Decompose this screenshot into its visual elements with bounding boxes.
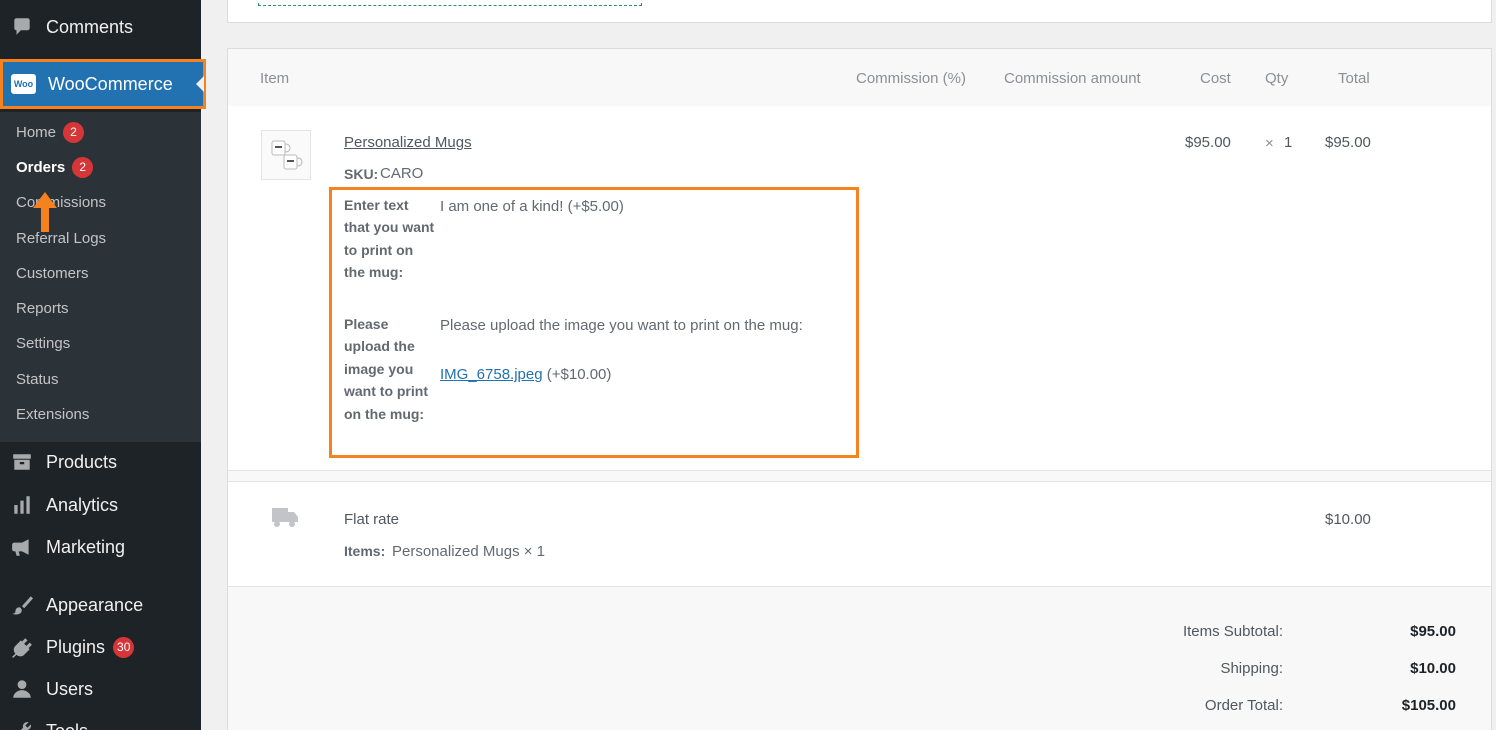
submenu-extensions[interactable]: Extensions — [16, 403, 89, 425]
plugin-icon — [11, 636, 33, 658]
column-header-cost: Cost — [1200, 70, 1231, 87]
order-total-value: $105.00 — [1401, 697, 1456, 714]
line-item-total: $95.00 — [1325, 134, 1371, 151]
menu-users-label: Users — [46, 678, 94, 699]
paintbrush-icon — [11, 594, 33, 616]
menu-marketing-label: Marketing — [46, 536, 126, 557]
wrench-icon — [11, 720, 33, 730]
bar-chart-icon — [11, 494, 33, 516]
meta-value-upload-prompt: Please upload the image you want to prin… — [440, 317, 803, 334]
order-total-label: Order Total: — [1204, 697, 1283, 714]
sku-value: CARO — [380, 165, 424, 182]
menu-plugins-label: Plugins — [46, 636, 106, 657]
menu-comments[interactable]: Comments — [0, 7, 201, 47]
mug-image-icon — [271, 140, 303, 170]
submenu-orders[interactable]: Orders 2 — [16, 156, 94, 178]
shipping-truck-icon — [272, 508, 298, 527]
menu-analytics-label: Analytics — [46, 494, 119, 515]
comment-icon — [11, 16, 33, 38]
sku-label: SKU: — [344, 166, 379, 182]
submenu-commissions[interactable]: Commissions — [16, 191, 106, 213]
up-arrow-annotation-icon — [33, 192, 57, 232]
drop-zone-outline — [258, 0, 642, 6]
submenu-customers[interactable]: Customers — [16, 262, 89, 284]
menu-woocommerce[interactable]: Woo WooCommerce — [0, 59, 206, 109]
column-header-qty: Qty — [1265, 70, 1289, 87]
plugins-update-badge: 30 — [113, 636, 135, 658]
line-item-qty: 1 — [1284, 134, 1293, 151]
column-header-commission-amount: Commission amount — [1004, 70, 1141, 87]
shipping-total: $10.00 — [1325, 511, 1371, 528]
meta-label-upload-image: Please upload the image you want to prin… — [344, 316, 428, 422]
column-header-commission-percent: Commission (%) — [856, 70, 967, 87]
product-thumbnail[interactable] — [261, 130, 311, 180]
home-count-badge: 2 — [63, 121, 85, 143]
orders-count-badge: 2 — [72, 156, 94, 178]
megaphone-icon — [11, 536, 33, 558]
menu-tools-label: Tools — [46, 721, 88, 730]
submenu-settings[interactable]: Settings — [16, 332, 70, 354]
meta-value-upload-file: IMG_6758.jpeg (+$10.00) — [440, 363, 611, 387]
meta-label-custom-text: Enter text that you want to print on the… — [344, 197, 435, 281]
menu-comments-label: Comments — [46, 16, 134, 37]
menu-analytics[interactable]: Analytics — [0, 485, 201, 525]
archive-icon — [11, 451, 33, 473]
menu-marketing[interactable]: Marketing — [0, 527, 201, 567]
submenu-orders-label: Orders — [16, 158, 66, 176]
column-header-total: Total — [1338, 70, 1370, 87]
submenu-reports[interactable]: Reports — [16, 297, 69, 319]
menu-products[interactable]: Products — [0, 442, 201, 482]
shipping-items-value: Personalized Mugs × 1 — [392, 543, 546, 560]
order-details-card — [227, 0, 1492, 23]
current-menu-pointer — [196, 76, 204, 92]
shipping-items-label: Items: — [344, 543, 386, 559]
uploaded-file-link[interactable]: IMG_6758.jpeg — [440, 366, 543, 383]
menu-woocommerce-label: WooCommerce — [48, 73, 173, 94]
shipping-total-label: Shipping: — [1220, 660, 1283, 677]
product-name-link[interactable]: Personalized Mugs — [344, 134, 472, 151]
menu-users[interactable]: Users — [0, 669, 201, 709]
uploaded-file-price: (+$10.00) — [546, 366, 612, 383]
menu-appearance-label: Appearance — [46, 594, 144, 615]
row-divider — [228, 481, 1491, 482]
menu-plugins[interactable]: Plugins 30 — [0, 627, 201, 667]
woocommerce-logo-icon: Woo — [11, 74, 36, 94]
shipping-total-value: $10.00 — [1410, 660, 1456, 677]
woocommerce-submenu: Home 2 Orders 2 Commissions Referral Log… — [0, 112, 201, 442]
line-item-cost: $95.00 — [1185, 134, 1231, 151]
submenu-status[interactable]: Status — [16, 368, 59, 390]
order-items-header: Item Commission (%) Commission amount Co… — [228, 49, 1491, 106]
order-items-panel: Item Commission (%) Commission amount Co… — [227, 48, 1492, 730]
user-icon — [11, 678, 33, 700]
menu-appearance[interactable]: Appearance — [0, 585, 201, 625]
row-spacer — [228, 471, 1491, 481]
admin-sidebar: Comments Woo WooCommerce Home 2 Orders 2… — [0, 0, 206, 730]
shipping-method-name: Flat rate — [344, 511, 400, 528]
menu-tools[interactable]: Tools — [0, 711, 201, 730]
items-subtotal-label: Items Subtotal: — [1182, 623, 1283, 640]
column-header-item: Item — [260, 70, 290, 87]
qty-multiplier: × — [1265, 135, 1274, 152]
meta-value-custom-text: I am one of a kind! (+$5.00) — [440, 198, 624, 215]
order-totals: Items Subtotal: $95.00 Shipping: $10.00 … — [228, 587, 1491, 730]
submenu-referral-logs[interactable]: Referral Logs — [16, 227, 106, 249]
submenu-home-label: Home — [16, 123, 57, 141]
menu-products-label: Products — [46, 451, 118, 472]
items-subtotal-value: $95.00 — [1410, 623, 1456, 640]
submenu-home[interactable]: Home 2 — [16, 121, 85, 143]
